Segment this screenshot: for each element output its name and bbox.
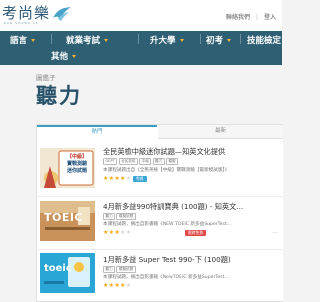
login-link[interactable]: 登入 [264,14,276,21]
tag[interactable]: 模擬試題 [116,266,136,273]
course-description: 本課程試題出自《全民英檢【中級】寶戰測驗【最新模試版】》 [103,168,230,173]
tag[interactable]: 模擬試題 [116,213,136,220]
chevron-down-icon [104,39,109,42]
course-description: 本課程試題，摘出自影書籍《NEW TOEIC 新多益SuperTest... [103,222,232,227]
thumbnail-caption: toeic [44,263,72,274]
nav-divider [51,34,52,44]
course-title[interactable]: 4月新多益990特訓寶典 (100題) - 知英文... [103,202,243,212]
logo-text: 考尚樂 [2,4,51,22]
site-logo[interactable]: 考尚樂 KAO SHANG LE [2,4,71,27]
more-icon[interactable]: ··· [272,230,278,237]
logo-subtext: KAO SHANG LE [4,21,39,25]
link-separator: | [255,14,258,21]
thumbnail-caption: 【中級】 [66,154,87,160]
page-title: 聽力 [36,84,82,108]
course-thumbnail[interactable]: TOEIC [40,201,95,241]
nav-divider [138,34,139,44]
tab-latest[interactable]: 最新 [158,125,283,139]
contact-link[interactable]: 聯絡我們 [226,14,250,21]
bird-logo-icon [53,7,71,21]
course-list-panel: 熱門 最新 【中級】 寶戰測驗 迷你試題 全民英檢中級迷你試題—知英文化提供 G… [36,124,283,302]
tag[interactable]: 聽力 [103,266,116,273]
tag[interactable]: GEPT [103,158,118,165]
top-links: 聯絡我們 | 登入 [220,12,276,21]
nav-item-other[interactable]: 其他 [51,50,77,62]
thumbnail-caption: 迷你試題 [66,168,87,174]
list-item[interactable]: TOEIC 4月新多益990特訓寶典 (100題) - 知英文... 聽力 模擬試… [37,197,283,249]
chevron-down-icon [72,55,77,58]
course-thumbnail[interactable]: toeic [40,253,95,293]
course-title[interactable]: 全民英檢中級迷你試題—知英文化提供 [103,147,225,157]
nav-label: 技能檢定 [247,36,282,46]
nav-label: 語言 [10,36,28,46]
tag-list: 聽力 模擬試題 [103,213,137,220]
nav-item-skills-test[interactable]: 技能檢定 [247,34,281,46]
nav-divider [200,34,201,44]
chevron-down-icon [227,39,232,42]
main-nav: 語言 就業考試 升大學 初考 技能檢定 其他 [0,31,282,65]
tab-popular[interactable]: 熱門 [37,125,157,139]
tag[interactable]: 全民英檢 [118,158,138,165]
list-item[interactable]: toeic 1月新多益 Super Test 990-下 (100題) 聽力 模擬… [37,250,283,301]
top-header: 考尚樂 KAO SHANG LE 聯絡我們 | 登入 [0,0,282,31]
nav-item-employment-exam[interactable]: 就業考試 [66,34,109,46]
nav-label: 就業考試 [66,36,101,46]
thumbnail-caption: TOEIC [44,211,84,224]
tag[interactable]: 聽力 [103,213,116,220]
course-description: 本課程試題，摘出自影書籍《NewTOEIC 新多益SuperTest... [103,275,229,280]
nav-label: 其他 [51,52,69,62]
chevron-down-icon [31,39,36,42]
rating-stars: ★★★★★ [103,229,132,236]
tag-list: GEPT 全民英檢 中級 聽力 模擬 [103,158,179,165]
course-thumbnail[interactable]: 【中級】 寶戰測驗 迷你試題 [40,148,95,188]
nav-item-language[interactable]: 語言 [10,34,36,46]
nav-item-university[interactable]: 升大學 [150,34,184,46]
status-badge: 免費 [133,176,147,182]
tag[interactable]: 中級 [139,158,152,165]
thumbnail-caption: 寶戰測驗 [66,161,87,167]
chevron-down-icon [179,39,184,42]
rating-stars: ★★★★★ [103,175,132,182]
list-item[interactable]: 【中級】 寶戰測驗 迷你試題 全民英檢中級迷你試題—知英文化提供 GEPT 全民英… [37,140,283,196]
tag-list: 聽力 模擬試題 [103,266,137,273]
rating-stars: ★★★★★ [103,282,132,289]
nav-divider [240,34,241,44]
course-title[interactable]: 1月新多益 Super Test 990-下 (100題) [103,255,231,265]
tag[interactable]: 模擬 [165,158,179,165]
status-badge: 限時免費 [185,230,207,236]
tag[interactable]: 聽力 [152,158,165,165]
nav-item-entry-exam[interactable]: 初考 [206,34,232,46]
nav-label: 初考 [206,36,224,46]
nav-label: 升大學 [150,36,176,46]
